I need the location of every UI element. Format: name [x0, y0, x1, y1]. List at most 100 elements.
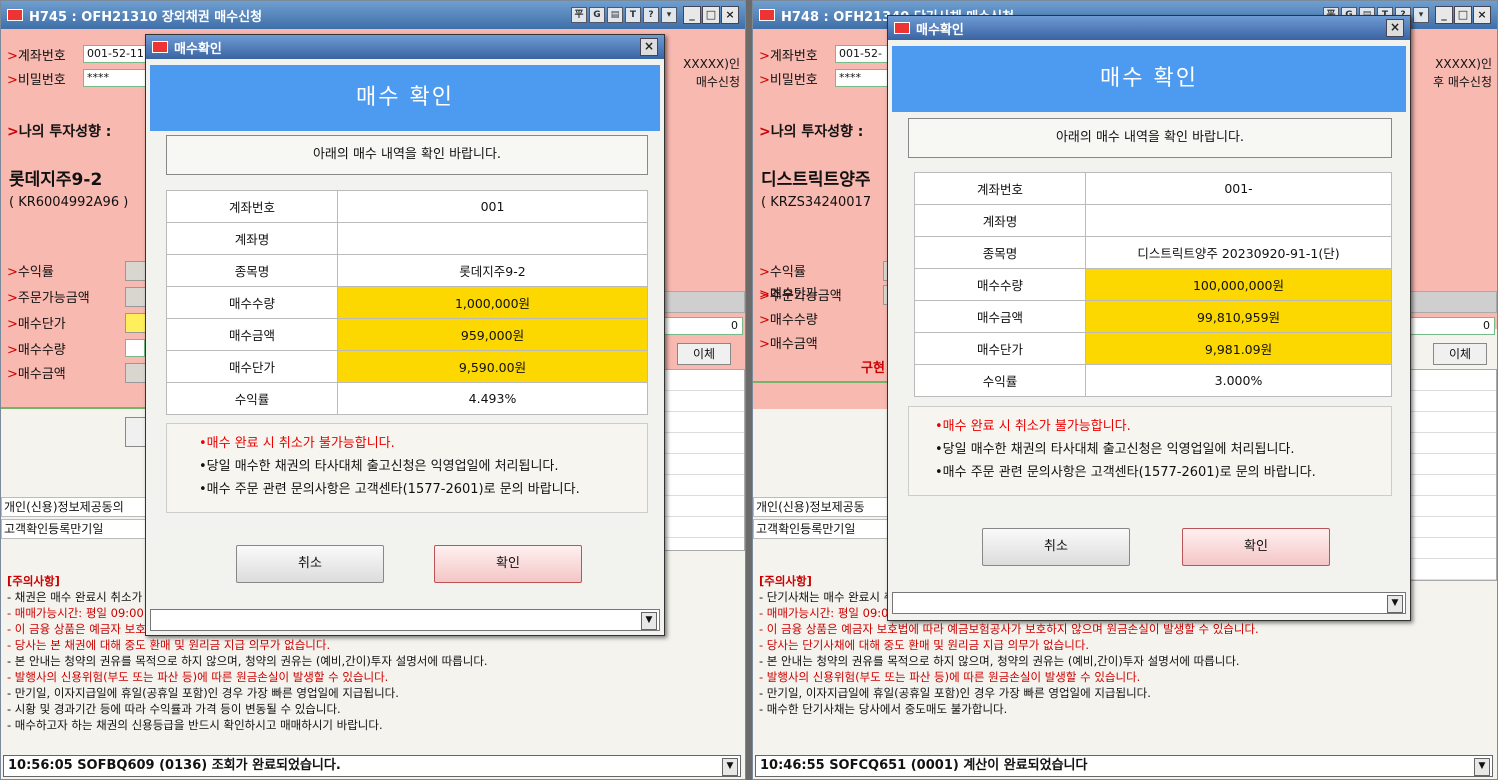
dialog-warnings: •매수 완료 시 취소가 불가능합니다. •당일 매수한 채권의 타사대체 출고… — [166, 423, 648, 513]
restore-icon[interactable]: □ — [702, 6, 720, 24]
app-logo-icon — [152, 41, 168, 53]
table-row: 종목명 디스트릭트양주 20230920-91-1(단) — [914, 236, 1392, 269]
order-detail-table: 계좌번호 001 계좌명 종목명 롯데지주9-2 매수수량 1,000,000원 매수… — [166, 190, 648, 415]
account-input[interactable]: 001-52-11 — [83, 45, 149, 63]
screen-icon[interactable]: G — [589, 7, 605, 23]
app-logo-icon — [7, 9, 23, 21]
chevron-down-icon[interactable]: ▼ — [641, 612, 657, 630]
account-label: >계좌번호 — [759, 49, 818, 64]
dialog-notice: 아래의 매수 내역을 확인 바랍니다. — [908, 118, 1392, 158]
table-row: 수익률 3.000% — [914, 364, 1392, 397]
table-row: 종목명 롯데지주9-2 — [166, 254, 648, 287]
order-pane-lower: >매수단가 >매수수량 >매수금액 구현 — [753, 287, 903, 409]
notice-text-2: 매수신청 — [695, 75, 740, 89]
table-row: 매수수량 1,000,000원 — [166, 286, 648, 319]
table-row: 계좌번호 001 — [166, 190, 648, 223]
invest-type-label: >나의 투자성향 : — [7, 124, 112, 140]
warning-line: •매수 완료 시 취소가 불가능합니다. — [199, 436, 395, 451]
dialog-notice: 아래의 매수 내역을 확인 바랍니다. — [166, 135, 648, 175]
status-bar: 10:56:05 SOFBQ609 (0136) 조회가 완료되었습니다. ▼ — [3, 755, 741, 777]
warning-line: •매수 완료 시 취소가 불가능합니다. — [935, 419, 1131, 434]
minimize-icon[interactable]: _ — [683, 6, 701, 24]
toolbar-icons: 平 G ▤ T ? ▾ — [571, 7, 677, 23]
table-row: 매수금액 959,000원 — [166, 318, 648, 351]
dialog-combo[interactable]: ▼ — [892, 592, 1406, 614]
chevron-down-icon[interactable]: ▼ — [722, 758, 738, 776]
notice-text-1: XXXXX)인 — [683, 57, 740, 71]
history-grid — [1409, 369, 1497, 581]
left-titlebar[interactable]: H745 : OFH21310 장외채권 매수신청 平 G ▤ T ? ▾ _ … — [1, 1, 745, 29]
pin-icon[interactable]: 平 — [571, 7, 587, 23]
dialog-title: 매수확인 — [174, 41, 222, 57]
caution-line: - 매수한 단기사채는 당사에서 중도매도 불가합니다. — [759, 702, 1008, 716]
yield-label: >수익률 — [759, 265, 806, 280]
transfer-amount-input[interactable]: 0 — [661, 317, 743, 335]
caution-line: - 만기일, 이자지급일에 휴일(공휴일 포함)인 경우 가장 빠른 영업일에 … — [759, 686, 1151, 700]
password-label: >비밀번호 — [7, 73, 66, 88]
amount-label: >매수금액 — [759, 337, 818, 352]
close-icon[interactable]: × — [1473, 6, 1491, 24]
text-icon[interactable]: T — [625, 7, 641, 23]
dialog-titlebar[interactable]: 매수확인 × — [146, 35, 664, 59]
info-consent: 개인(신용)정보제공동 — [753, 497, 889, 517]
caution-line: - 본 안내는 청약의 권유를 목적으로 하지 않으며, 청약의 권유는 (예비… — [759, 654, 1240, 668]
chevron-down-icon[interactable]: ▼ — [1474, 758, 1490, 776]
table-row: 매수단가 9,981.09원 — [914, 332, 1392, 365]
price-label: >매수단가 — [7, 317, 66, 332]
transfer-button[interactable]: 이체 — [677, 343, 731, 365]
status-message: 10:56:05 SOFBQ609 (0136) 조회가 완료되었습니다. — [8, 758, 341, 773]
help-icon[interactable]: ? — [643, 7, 659, 23]
notice-text-1: XXXXX)인 — [1435, 57, 1492, 71]
print-icon[interactable]: ▤ — [607, 7, 623, 23]
menu-icon[interactable]: ▾ — [1413, 7, 1429, 23]
account-label: >계좌번호 — [7, 49, 66, 64]
qty-label: >매수수량 — [759, 313, 818, 328]
qty-input[interactable] — [125, 339, 145, 357]
confirm-button[interactable]: 확인 — [434, 545, 582, 583]
transfer-amount-input[interactable]: 0 — [1409, 317, 1495, 335]
table-row: 매수금액 99,810,959원 — [914, 300, 1392, 333]
price-label: >매수단가 — [759, 287, 818, 302]
price-field[interactable] — [125, 313, 147, 333]
bond-code: ( KRZS34240017 — [761, 195, 872, 210]
bond-name: 롯데지주9-2 — [9, 170, 103, 190]
table-row: 수익률 4.493% — [166, 382, 648, 415]
yield-field — [125, 261, 147, 281]
qty-label: >매수수량 — [7, 343, 66, 358]
caution-line: - 만기일, 이자지급일에 휴일(공휴일 포함)인 경우 가장 빠른 영업일에 … — [7, 686, 399, 700]
menu-icon[interactable]: ▾ — [661, 7, 677, 23]
close-icon[interactable]: × — [640, 38, 658, 56]
confirm-button[interactable]: 확인 — [1182, 528, 1330, 566]
transfer-button[interactable]: 이체 — [1433, 343, 1487, 365]
password-input[interactable]: **** — [835, 69, 891, 87]
info-consent: 개인(신용)정보제공동의 — [1, 497, 149, 517]
cancel-button[interactable]: 취소 — [236, 545, 384, 583]
notice-text-2: 후 매수신청 — [1432, 75, 1492, 89]
caution-line: - 발행사의 신용위험(부도 또는 파산 등)에 따른 원금손실이 발생할 수 … — [759, 670, 1141, 684]
buy-confirm-dialog: 매수확인 × 매수 확인 아래의 매수 내역을 확인 바랍니다. 계좌번호 001… — [887, 15, 1411, 621]
close-icon[interactable]: × — [1386, 19, 1404, 37]
restore-icon[interactable]: □ — [1454, 6, 1472, 24]
status-message: 10:46:55 SOFCQ651 (0001) 계산이 완료되었습니다 — [760, 758, 1088, 773]
minimize-icon[interactable]: _ — [1435, 6, 1453, 24]
divider — [753, 381, 903, 383]
amount-label: >매수금액 — [7, 367, 66, 382]
dialog-titlebar[interactable]: 매수확인 × — [888, 16, 1410, 40]
chevron-down-icon[interactable]: ▼ — [1387, 595, 1403, 613]
close-icon[interactable]: × — [721, 6, 739, 24]
table-row: 매수수량 100,000,000원 — [914, 268, 1392, 301]
cancel-button[interactable]: 취소 — [982, 528, 1130, 566]
account-input[interactable]: 001-52- — [835, 45, 891, 63]
order-detail-table: 계좌번호 001- 계좌명 종목명 디스트릭트양주 20230920-91-1(단)… — [914, 172, 1392, 397]
info-expiry: 고객확인등록만기일 — [753, 519, 889, 539]
password-label: >비밀번호 — [759, 73, 818, 88]
dialog-combo[interactable]: ▼ — [150, 609, 660, 631]
warning-line: •매수 주문 관련 문의사항은 고객센타(1577-2601)로 문의 바랍니다… — [935, 465, 1316, 480]
caution-line: - 당사는 단기사채에 대해 중도 환매 및 원리금 지급 의무가 없습니다. — [759, 638, 1090, 652]
bond-name: 디스트릭트양주 — [761, 170, 871, 190]
dialog-banner: 매수 확인 — [892, 46, 1406, 112]
caution-line: - 시황 및 경과기간 등에 따라 수익률과 가격 등이 변동될 수 있습니다. — [7, 702, 341, 716]
yield-label: >수익률 — [7, 265, 54, 280]
orderable-label: >주문가능금액 — [7, 291, 90, 306]
password-input[interactable]: **** — [83, 69, 149, 87]
